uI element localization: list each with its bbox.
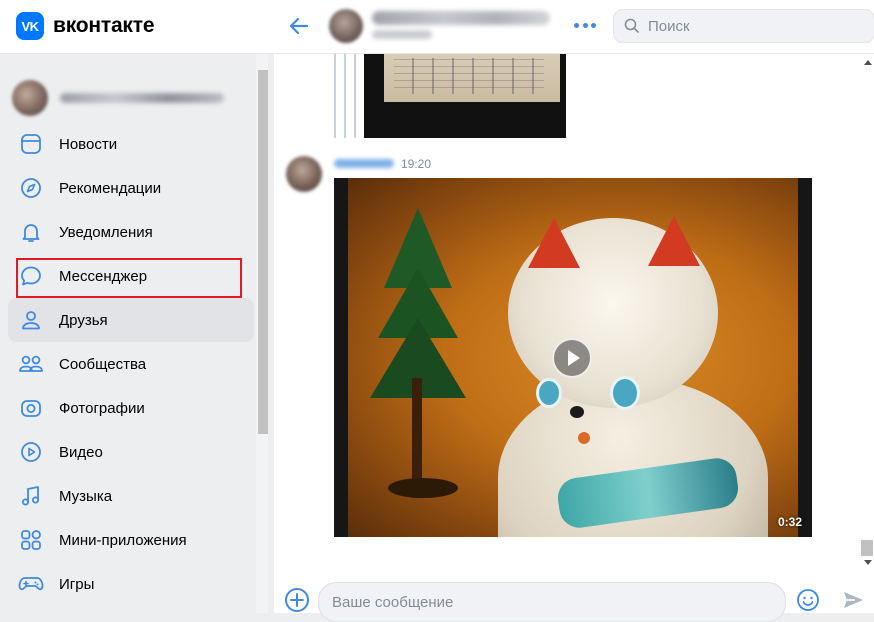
sidebar-item-photos[interactable]: Фотографии — [8, 386, 254, 430]
sidebar-scrollbar-thumb[interactable] — [258, 70, 268, 434]
scroll-down-arrow-icon[interactable] — [864, 560, 872, 565]
send-arrow-icon[interactable] — [842, 589, 864, 611]
apps-icon — [18, 527, 44, 553]
play-button-icon[interactable] — [552, 338, 592, 378]
bell-icon — [18, 219, 44, 245]
chat-scrollbar-thumb[interactable] — [861, 540, 873, 556]
sidebar-item-music[interactable]: Музыка — [8, 474, 254, 518]
emoji-smile-icon[interactable] — [796, 588, 820, 612]
message-avatar[interactable] — [286, 156, 322, 192]
sidebar-item-news[interactable]: Новости — [8, 122, 254, 166]
sidebar-item-label: Мессенджер — [59, 267, 148, 285]
sidebar-item-label: Видео — [59, 443, 103, 461]
vk-logo[interactable]: VK вконтакте — [16, 12, 154, 40]
sidebar-item-label: Уведомления — [59, 223, 153, 241]
sidebar-item-label: Игры — [59, 575, 95, 593]
top-header: VK вконтакте Поиск — [0, 0, 874, 54]
message-author-blurred[interactable] — [334, 159, 394, 168]
sidebar-item-label: Сообщества — [59, 355, 147, 373]
chat-avatar[interactable] — [329, 9, 363, 43]
users-icon — [18, 351, 44, 377]
sidebar-item-video[interactable]: Видео — [8, 430, 254, 474]
sidebar-nav: Новости Рекомендации Уведомления Мессенд… — [8, 122, 254, 606]
sidebar-item-friends[interactable]: Друзья — [8, 298, 254, 342]
chat-name-blurred[interactable] — [372, 11, 550, 25]
sidebar-item-communities[interactable]: Сообщества — [8, 342, 254, 386]
photo-attachment[interactable] — [364, 54, 566, 138]
photo-content — [384, 54, 560, 102]
camera-icon — [18, 395, 44, 421]
gamepad-icon — [18, 571, 44, 597]
profile-link[interactable] — [12, 80, 224, 116]
sidebar-item-label: Новости — [59, 135, 118, 153]
user-icon — [18, 307, 44, 333]
scroll-up-arrow-icon[interactable] — [864, 60, 872, 65]
news-icon — [18, 131, 44, 157]
sidebar-item-notifications[interactable]: Уведомления — [8, 210, 254, 254]
search-placeholder: Поиск — [648, 17, 690, 35]
music-note-icon — [18, 483, 44, 509]
sidebar-item-games[interactable]: Игры — [8, 562, 254, 606]
sidebar-item-label: Рекомендации — [59, 179, 162, 197]
sidebar-item-label: Музыка — [59, 487, 113, 505]
chat-subtitle-blurred — [372, 30, 432, 39]
sidebar-item-mini-apps[interactable]: Мини-приложения — [8, 518, 254, 562]
forwarded-thread-lines — [334, 54, 360, 138]
video-attachment[interactable]: 0:32 — [334, 178, 812, 537]
message-input[interactable]: Ваше сообщение — [318, 582, 786, 622]
sidebar-item-label: Мини-приложения — [59, 531, 187, 549]
sidebar-item-messenger[interactable]: Мессенджер — [8, 254, 254, 298]
profile-name-blurred — [60, 93, 224, 103]
sidebar: Новости Рекомендации Уведомления Мессенд… — [0, 54, 256, 613]
message-time: 19:20 — [401, 157, 432, 171]
chat-scrollbar[interactable] — [860, 54, 874, 566]
sidebar-item-label: Друзья — [59, 311, 108, 329]
sidebar-item-recommendations[interactable]: Рекомендации — [8, 166, 254, 210]
more-options-icon[interactable] — [574, 17, 596, 33]
play-circle-icon — [18, 439, 44, 465]
compass-icon — [18, 175, 44, 201]
vk-logo-mark: VK — [16, 12, 44, 40]
chat-bubble-icon — [18, 263, 44, 289]
vk-logo-text: вконтакте — [53, 14, 155, 37]
chat-history: 19:20 0:32 — [274, 54, 874, 613]
back-arrow-icon[interactable] — [286, 13, 312, 39]
search-icon — [624, 18, 639, 33]
search-input[interactable]: Поиск — [613, 9, 874, 43]
message-composer: Ваше сообщение — [274, 577, 874, 622]
video-duration: 0:32 — [777, 515, 802, 529]
sidebar-item-label: Фотографии — [59, 399, 145, 417]
avatar — [12, 80, 48, 116]
attach-plus-icon[interactable] — [285, 588, 309, 612]
